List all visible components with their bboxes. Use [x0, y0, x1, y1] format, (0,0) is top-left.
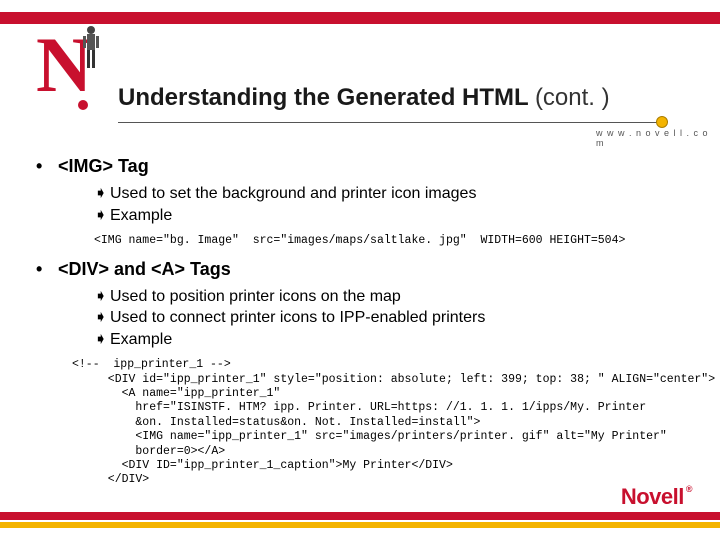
person-illustration	[78, 24, 104, 72]
title-dot-icon	[656, 116, 668, 128]
section1-code: <IMG name="bg. Image" src="images/maps/s…	[94, 234, 686, 248]
section2-bullet3: ➧Example	[94, 329, 686, 351]
title-continuation: (cont. )	[535, 84, 610, 111]
section1-bullet1: ➧Used to set the background and printer …	[94, 183, 686, 205]
novell-logo: Novell®	[621, 484, 692, 510]
header-red-band	[0, 12, 720, 24]
content-area: •<IMG> Tag ➧Used to set the background a…	[36, 156, 686, 488]
section2-code-body: <DIV id="ipp_printer_1" style="position:…	[94, 373, 686, 488]
section2-bullet1: ➧Used to position printer icons on the m…	[94, 286, 686, 308]
section2-heading: •<DIV> and <A> Tags	[36, 259, 686, 280]
domain-text: w w w . n o v e l l . c o m	[596, 128, 720, 148]
title-main: Understanding the Generated HTML	[118, 84, 535, 111]
section2-bullet2: ➧Used to connect printer icons to IPP-en…	[94, 307, 686, 329]
title-underline	[118, 122, 664, 123]
section1-heading: •<IMG> Tag	[36, 156, 686, 177]
slide-title: Understanding the Generated HTML (cont. …	[118, 84, 658, 112]
section1-bullet2: ➧Example	[94, 205, 686, 227]
footer-red-band	[0, 512, 720, 520]
footer-gold-band	[0, 522, 720, 528]
section2-code-comment: <!-- ipp_printer_1 -->	[72, 358, 686, 372]
